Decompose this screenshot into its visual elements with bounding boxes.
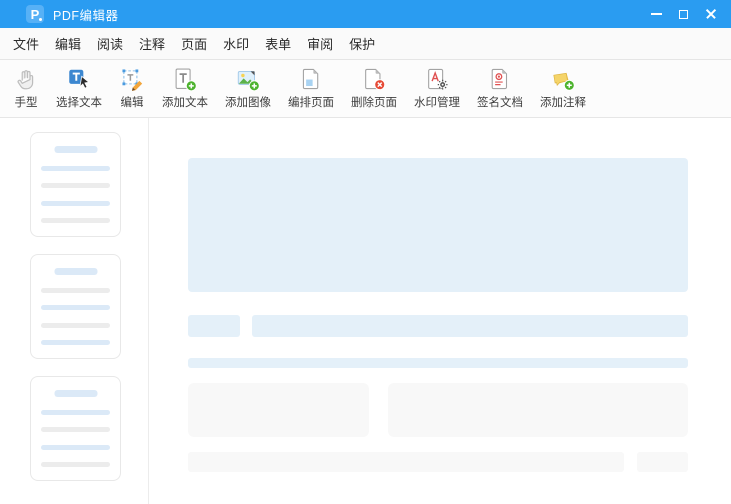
tool-add-image-label: 添加图像 [225, 97, 271, 109]
add-comment-icon [553, 72, 575, 91]
menu-form[interactable]: 表单 [265, 34, 291, 53]
add-image-icon [237, 70, 260, 92]
menu-annotate[interactable]: 注释 [139, 34, 165, 53]
thumbnail-text-line [41, 200, 110, 206]
minimize-button[interactable] [643, 0, 670, 28]
delete-page-icon [365, 68, 386, 91]
page-card-right-block [388, 383, 688, 437]
menu-bar: 文件 编辑 阅读 注释 页面 水印 表单 审阅 保护 [0, 28, 731, 60]
menu-read[interactable]: 阅读 [97, 34, 123, 53]
thumbnail-panel [0, 118, 149, 504]
thumbnail-title-line [54, 146, 97, 153]
toolbar: 手型 选择文本 编辑 添加文本 添加图像 编排页面 删除页面 水印管理 签名文档… [0, 60, 731, 118]
arrange-pages-icon [302, 68, 319, 90]
tool-add-comment-label: 添加注释 [540, 97, 586, 109]
edit-icon [122, 69, 143, 92]
title-bar[interactable]: P PDF编辑器 [0, 0, 731, 28]
maximize-button[interactable] [670, 0, 697, 28]
thumbnail-text-line [41, 427, 110, 433]
thumbnail-text-line [41, 305, 110, 311]
minimize-icon [651, 13, 662, 15]
tool-watermark-manage[interactable]: 水印管理 [414, 60, 460, 110]
sign-document-icon [491, 68, 508, 90]
close-icon [705, 8, 717, 20]
tool-hand-label: 手型 [14, 97, 38, 109]
tool-arrange-pages-label: 编排页面 [288, 97, 334, 109]
menu-review[interactable]: 审阅 [307, 34, 333, 53]
tool-edit-label: 编辑 [120, 97, 144, 109]
thumbnail-text-line [41, 288, 110, 293]
thumbnail-text-line [41, 444, 110, 450]
tool-select-text-label: 选择文本 [56, 97, 102, 109]
tool-delete-page-label: 删除页面 [351, 97, 397, 109]
page-thumbnail-1[interactable] [30, 132, 121, 237]
menu-page[interactable]: 页面 [181, 34, 207, 53]
tool-add-image[interactable]: 添加图像 [225, 60, 271, 110]
thumbnail-title-line [54, 268, 97, 275]
tool-watermark-manage-label: 水印管理 [414, 97, 460, 109]
page-footer-chip-block [637, 452, 688, 472]
select-text-icon [69, 69, 90, 89]
watermark-manage-icon [428, 68, 448, 90]
tool-sign-document-label: 签名文档 [477, 97, 523, 109]
thumbnail-text-line [41, 166, 110, 171]
tool-hand[interactable]: 手型 [13, 60, 39, 110]
thumbnail-text-line [41, 322, 110, 328]
hand-icon [17, 70, 34, 90]
tool-edit[interactable]: 编辑 [119, 60, 145, 110]
page-thumbnail-2[interactable] [30, 254, 121, 359]
thumbnail-text-line [41, 183, 110, 189]
tool-add-text[interactable]: 添加文本 [162, 60, 208, 110]
page-chip-block [188, 315, 240, 337]
maximize-icon [679, 9, 688, 19]
page-footer-bar-block [188, 452, 624, 472]
page-hero-block [188, 158, 688, 292]
pdf-editor-window: P PDF编辑器 文件 编辑 阅读 注释 页面 水印 表单 审阅 保护 手型 选… [0, 0, 731, 504]
work-area [0, 118, 731, 504]
page-divider-bar [188, 358, 688, 368]
menu-protect[interactable]: 保护 [349, 34, 375, 53]
page-card-left-block [188, 383, 369, 437]
app-logo-icon: P [26, 5, 44, 23]
tool-select-text[interactable]: 选择文本 [56, 60, 102, 110]
page-heading-block [252, 315, 688, 337]
page-thumbnail-3[interactable] [30, 376, 121, 481]
menu-watermark[interactable]: 水印 [223, 34, 249, 53]
tool-add-text-label: 添加文本 [162, 97, 208, 109]
tool-arrange-pages[interactable]: 编排页面 [288, 60, 334, 110]
thumbnail-text-line [41, 461, 110, 467]
menu-file[interactable]: 文件 [13, 34, 39, 53]
tool-add-comment[interactable]: 添加注释 [540, 60, 586, 110]
close-button[interactable] [697, 0, 724, 28]
thumbnail-text-line [41, 339, 110, 345]
document-page[interactable] [149, 118, 731, 504]
window-controls [643, 0, 724, 28]
tool-sign-document[interactable]: 签名文档 [477, 60, 523, 110]
add-text-icon [175, 68, 197, 92]
tool-delete-page[interactable]: 删除页面 [351, 60, 397, 110]
thumbnail-text-line [41, 217, 110, 223]
window-title: PDF编辑器 [53, 8, 119, 23]
thumbnail-title-line [54, 390, 97, 397]
menu-edit[interactable]: 编辑 [55, 34, 81, 53]
thumbnail-text-line [41, 410, 110, 415]
